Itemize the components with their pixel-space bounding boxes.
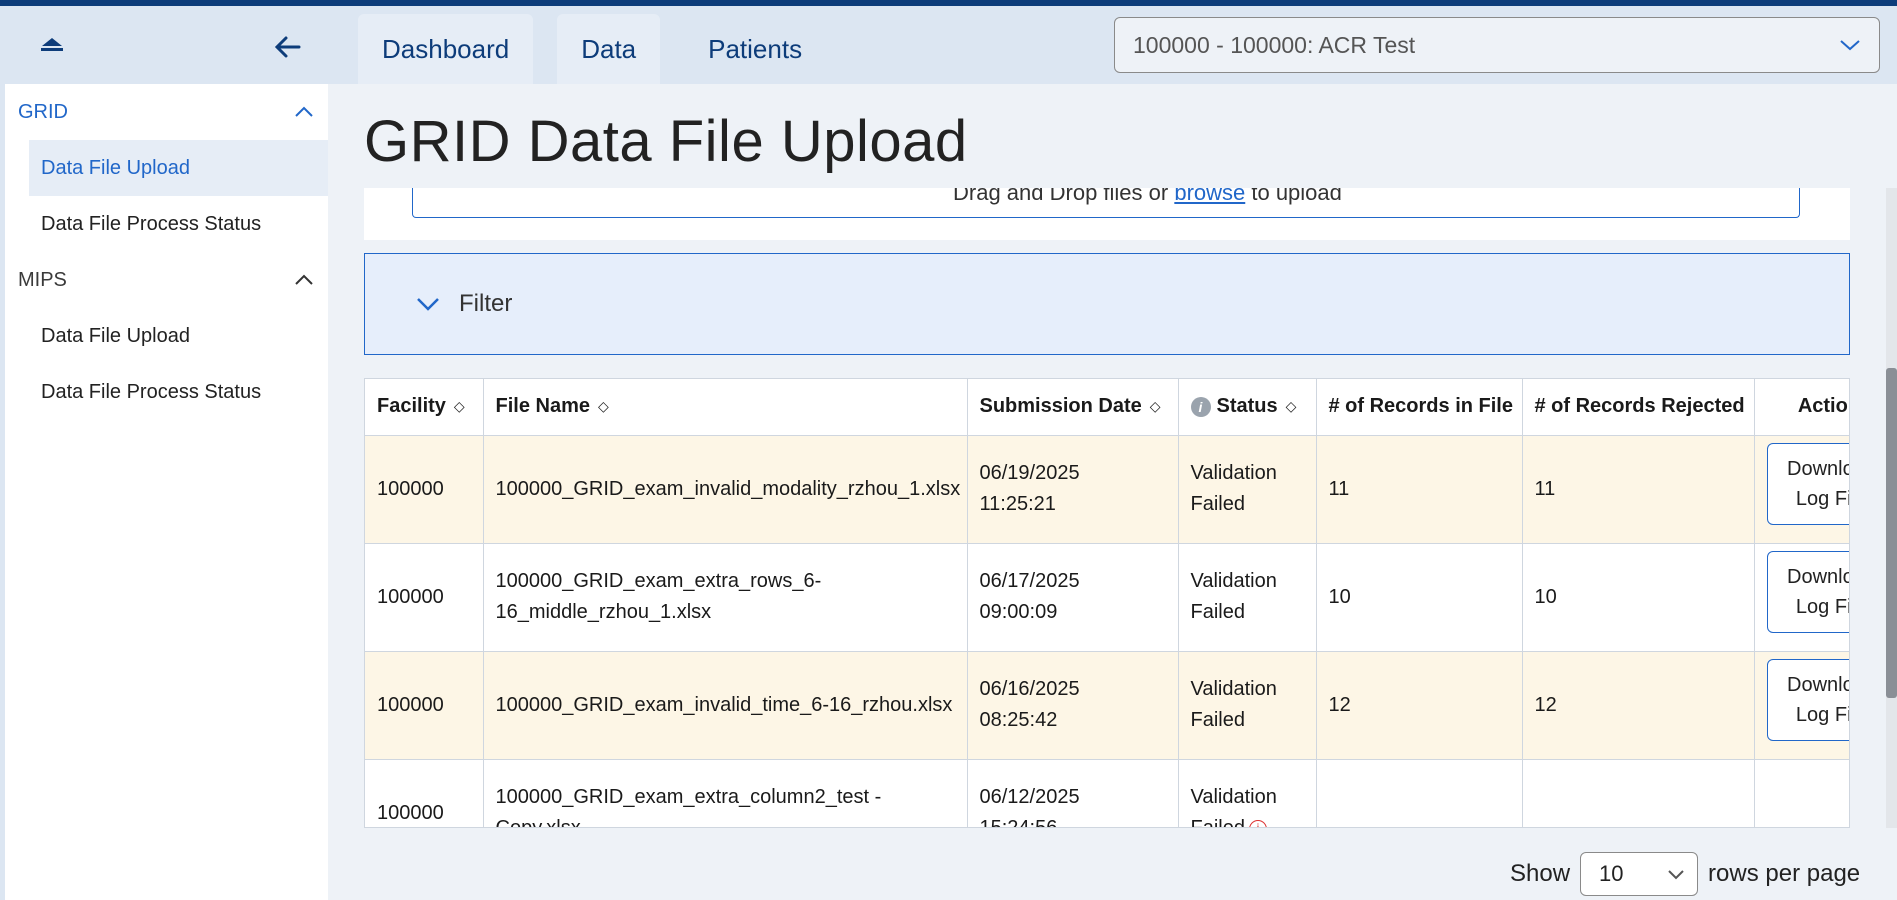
browse-link[interactable]: browse bbox=[1174, 188, 1245, 205]
sidebar-item-grid-status[interactable]: Data File Process Status bbox=[5, 196, 328, 252]
cell-status: Validation Failed bbox=[1178, 543, 1317, 652]
download-log-button[interactable]: DownloadLog File bbox=[1766, 551, 1849, 633]
cell-status: Validation Failed i bbox=[1178, 759, 1317, 827]
column-header-facility[interactable]: Facility ◇ bbox=[365, 379, 484, 436]
cell-file-name: 100000_GRID_exam_invalid_modality_rzhou_… bbox=[483, 435, 968, 544]
column-header-status[interactable]: i Status ◇ bbox=[1178, 379, 1317, 436]
cell-submission-date: 06/19/2025 11:25:21 bbox=[967, 435, 1179, 544]
chevron-up-icon bbox=[295, 274, 313, 285]
cell-submission-date: 06/12/2025 15:24:56 bbox=[967, 759, 1179, 827]
sidebar-item-label: Data File Upload bbox=[41, 156, 190, 179]
cell-file-name: 100000_GRID_exam_extra_column2_test - Co… bbox=[483, 759, 968, 827]
sidebar-header bbox=[5, 6, 328, 84]
sidebar-section-label: GRID bbox=[18, 100, 68, 123]
rows-per-page-select[interactable]: 10 bbox=[1580, 852, 1699, 896]
uploads-table: Facility ◇ File Name ◇ Submission Date ◇ iS… bbox=[364, 378, 1850, 828]
cell-records: 10 bbox=[1316, 543, 1523, 652]
tab-data[interactable]: Data bbox=[557, 14, 661, 84]
dropzone-text: Drag and Drop files or browse to upload bbox=[953, 188, 1342, 206]
scrollbar-thumb[interactable] bbox=[1886, 368, 1897, 698]
download-log-button[interactable]: DownloadLog File bbox=[1766, 659, 1849, 741]
cell-rejected: 12 bbox=[1522, 651, 1755, 760]
tab-dashboard[interactable]: Dashboard bbox=[358, 14, 534, 84]
back-arrow-icon[interactable] bbox=[271, 30, 305, 64]
column-header-file-name[interactable]: File Name ◇ bbox=[483, 379, 968, 436]
filter-toggle[interactable]: Filter bbox=[364, 253, 1850, 355]
chevron-down-icon bbox=[1840, 40, 1860, 51]
sidebar-item-label: Data File Upload bbox=[41, 324, 190, 347]
table-row: 100000 100000_GRID_exam_invalid_time_6-1… bbox=[365, 651, 1849, 760]
sidebar-item-label: Data File Process Status bbox=[41, 380, 262, 403]
cell-facility: 100000 bbox=[365, 759, 484, 827]
dropzone-text-after: to upload bbox=[1245, 188, 1342, 205]
sidebar-section-grid[interactable]: GRID bbox=[5, 84, 328, 140]
table-row: 100000 100000_GRID_exam_extra_rows_6-16_… bbox=[365, 543, 1849, 652]
chevron-down-icon bbox=[1668, 870, 1684, 880]
main-tabs: Dashboard Data Patients bbox=[358, 14, 826, 84]
table-header-row: Facility ◇ File Name ◇ Submission Date ◇ iS… bbox=[365, 379, 1849, 436]
cell-records bbox=[1316, 759, 1523, 827]
sort-icon: ◇ bbox=[597, 398, 609, 415]
chevron-down-icon bbox=[417, 298, 439, 311]
organization-select-value: 100000 - 100000: ACR Test bbox=[1133, 31, 1416, 58]
cell-submission-date: 06/16/2025 08:25:42 bbox=[967, 651, 1179, 760]
cell-rejected: 11 bbox=[1522, 435, 1755, 544]
cell-actions: DownloadLog File bbox=[1754, 543, 1849, 652]
info-icon[interactable]: i bbox=[1190, 396, 1211, 417]
cell-status: Validation Failed bbox=[1178, 651, 1317, 760]
content-scroll-area[interactable]: Drag and Drop files or browse to upload … bbox=[328, 188, 1897, 828]
cell-file-name: 100000_GRID_exam_extra_rows_6-16_middle_… bbox=[483, 543, 968, 652]
tab-patients[interactable]: Patients bbox=[684, 14, 826, 84]
column-header-records: # of Records in File bbox=[1316, 379, 1523, 436]
dropzone-text-before: Drag and Drop files or bbox=[953, 188, 1175, 205]
sort-icon: ◇ bbox=[453, 398, 465, 415]
sidebar-item-label: Data File Process Status bbox=[41, 212, 262, 235]
collapse-icon[interactable] bbox=[35, 32, 69, 58]
cell-facility: 100000 bbox=[365, 651, 484, 760]
sidebar-section-label: MIPS bbox=[18, 268, 67, 291]
cell-facility: 100000 bbox=[365, 435, 484, 544]
rows-per-page-value: 10 bbox=[1599, 861, 1624, 886]
column-header-rejected: # of Records Rejected bbox=[1522, 379, 1755, 436]
sort-icon: ◇ bbox=[1149, 398, 1161, 415]
sort-icon: ◇ bbox=[1285, 398, 1297, 415]
pager-suffix-label: rows per page bbox=[1708, 860, 1861, 887]
cell-submission-date: 06/17/2025 09:00:09 bbox=[967, 543, 1179, 652]
cell-actions: DownloadLog File bbox=[1754, 651, 1849, 760]
cell-rejected bbox=[1522, 759, 1755, 827]
page-title: GRID Data File Upload bbox=[364, 109, 968, 174]
table-row: 100000 100000_GRID_exam_extra_column2_te… bbox=[365, 759, 1849, 827]
cell-file-name: 100000_GRID_exam_invalid_time_6-16_rzhou… bbox=[483, 651, 968, 760]
sidebar: GRID Data File Upload Data File Process … bbox=[0, 6, 328, 900]
rows-per-page: Show 10 rows per page bbox=[1510, 852, 1860, 896]
cell-facility: 100000 bbox=[365, 543, 484, 652]
sidebar-section-mips[interactable]: MIPS bbox=[5, 252, 328, 308]
cell-actions: --- bbox=[1754, 759, 1849, 827]
upload-panel: Drag and Drop files or browse to upload bbox=[364, 188, 1850, 240]
cell-actions: DownloadLog File bbox=[1754, 435, 1849, 544]
cell-rejected: 10 bbox=[1522, 543, 1755, 652]
file-dropzone[interactable]: Drag and Drop files or browse to upload bbox=[412, 188, 1800, 218]
column-header-actions: Actions bbox=[1754, 379, 1849, 436]
organization-select[interactable]: 100000 - 100000: ACR Test bbox=[1114, 17, 1880, 73]
pager-show-label: Show bbox=[1510, 860, 1571, 887]
cell-records: 11 bbox=[1316, 435, 1523, 544]
cell-records: 12 bbox=[1316, 651, 1523, 760]
download-log-button[interactable]: DownloadLog File bbox=[1766, 443, 1849, 525]
cell-status: Validation Failed bbox=[1178, 435, 1317, 544]
sidebar-item-mips-upload[interactable]: Data File Upload bbox=[5, 308, 328, 364]
error-info-icon[interactable]: i bbox=[1248, 819, 1267, 827]
sidebar-item-grid-upload[interactable]: Data File Upload bbox=[29, 140, 328, 196]
column-header-submission-date[interactable]: Submission Date ◇ bbox=[967, 379, 1179, 436]
chevron-up-icon bbox=[295, 106, 313, 117]
table-row: 100000 100000_GRID_exam_invalid_modality… bbox=[365, 435, 1849, 544]
filter-label: Filter bbox=[459, 290, 513, 317]
sidebar-item-mips-status[interactable]: Data File Process Status bbox=[5, 364, 328, 420]
vertical-scrollbar[interactable] bbox=[1886, 188, 1897, 828]
